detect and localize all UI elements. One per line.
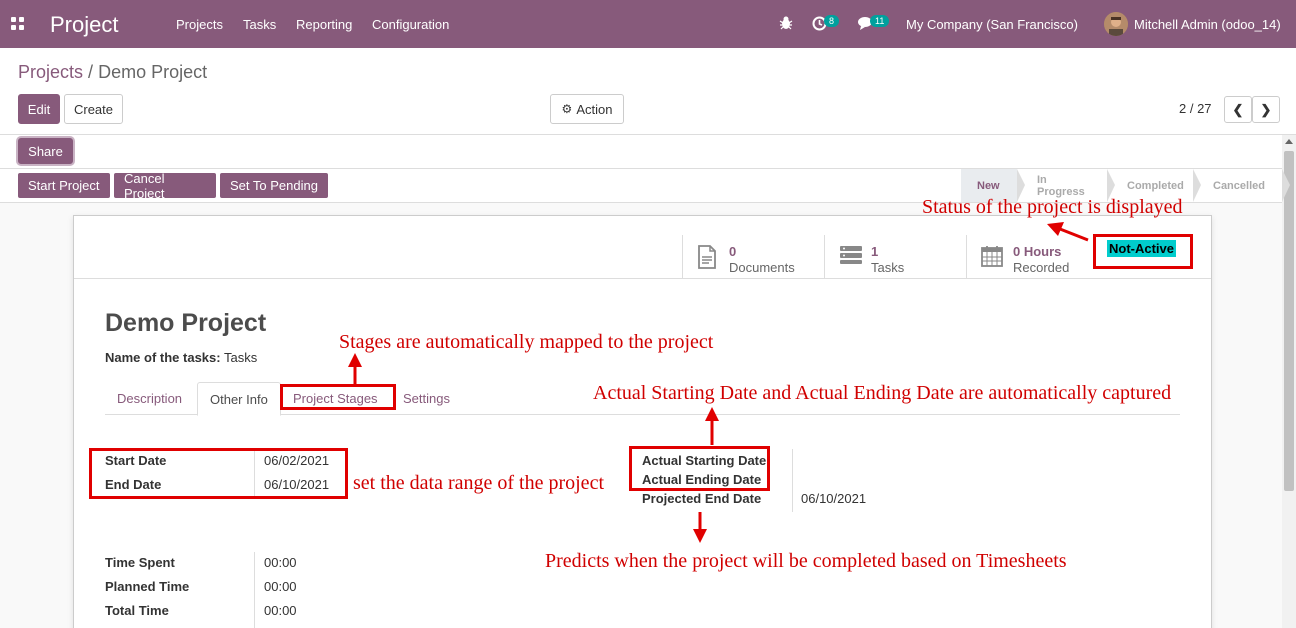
time-spent-value: 00:00 [264, 555, 297, 570]
user-menu[interactable]: Mitchell Admin (odoo_14) [1134, 17, 1281, 32]
name-of-tasks-label: Name of the tasks: [105, 350, 221, 365]
project-title: Demo Project [105, 309, 267, 337]
tab-settings[interactable]: Settings [391, 382, 462, 415]
actual-column-divider [792, 449, 793, 512]
action-button[interactable]: ⚙ Action [550, 94, 624, 124]
name-of-tasks-field: Name of the tasks: Tasks [105, 350, 257, 365]
hours-count: 0 Hours [1013, 244, 1062, 259]
breadcrumb: Projects / Demo Project [18, 62, 207, 83]
create-button[interactable]: Create [64, 94, 123, 124]
menu-reporting[interactable]: Reporting [296, 17, 352, 32]
documents-label: Documents [729, 260, 795, 275]
edit-button[interactable]: Edit [18, 94, 60, 124]
bug-icon[interactable] [779, 15, 793, 34]
menu-tasks[interactable]: Tasks [243, 17, 276, 32]
button-box-divider [74, 278, 1211, 279]
projected-end-date-label: Projected End Date [642, 491, 762, 506]
hours-label: Recorded [1013, 260, 1070, 275]
breadcrumb-projects[interactable]: Projects [18, 62, 83, 82]
date-range-highlight-box [89, 448, 348, 499]
planned-time-value: 00:00 [264, 579, 297, 594]
menu-projects[interactable]: Projects [176, 17, 223, 32]
scrollbar-thumb[interactable] [1284, 151, 1294, 491]
tasks-smart-button[interactable]: 1 Tasks [824, 235, 966, 279]
start-project-button[interactable]: Start Project [18, 173, 110, 198]
pager-next-button[interactable]: ❯ [1252, 96, 1280, 123]
cancel-project-button[interactable]: Cancel Project [114, 171, 216, 201]
user-avatar[interactable] [1104, 12, 1128, 36]
documents-smart-button[interactable]: 0 Documents [682, 235, 824, 279]
predicts-annotation: Predicts when the project will be comple… [545, 550, 1067, 572]
scroll-up-icon[interactable] [1285, 139, 1293, 144]
apps-menu-icon[interactable] [11, 17, 25, 31]
stage-cancelled[interactable]: Cancelled [1193, 169, 1290, 202]
planned-time-label: Planned Time [105, 579, 190, 594]
tab-description[interactable]: Description [105, 382, 194, 415]
document-icon [697, 245, 717, 272]
menu-configuration[interactable]: Configuration [372, 17, 449, 32]
hours-smart-button[interactable]: 0 Hours Recorded [966, 235, 1096, 279]
breadcrumb-separator: / [88, 62, 94, 82]
action-label: Action [576, 101, 613, 117]
share-button[interactable]: Share [18, 138, 73, 164]
time-spent-label: Time Spent [105, 555, 175, 570]
pager-previous-button[interactable]: ❮ [1224, 96, 1252, 123]
tasks-icon [839, 245, 863, 268]
tasks-count: 1 [871, 244, 879, 259]
messages-count-badge: 11 [870, 15, 890, 27]
status-annotation: Status of the project is displayed [922, 196, 1183, 218]
share-bar: Share [0, 135, 1282, 169]
stages-annotation: Stages are automatically mapped to the p… [339, 331, 714, 353]
tasks-label: Tasks [871, 260, 905, 275]
projected-end-date-value: 06/10/2021 [801, 491, 867, 506]
calendar-icon [981, 245, 1003, 270]
status-highlight-box [1093, 234, 1193, 269]
name-of-tasks-value: Tasks [223, 350, 258, 365]
date-range-annotation: set the data range of the project [353, 472, 604, 494]
total-time-label: Total Time [105, 603, 169, 618]
time-column-divider [254, 552, 255, 628]
tab-other-info[interactable]: Other Info [197, 382, 281, 416]
actual-dates-annotation: Actual Starting Date and Actual Ending D… [593, 382, 1172, 404]
breadcrumb-current: Demo Project [98, 62, 208, 82]
pager-value[interactable]: 2 / 27 [1179, 101, 1212, 116]
documents-count: 0 [729, 244, 737, 259]
set-to-pending-button[interactable]: Set To Pending [220, 173, 328, 198]
vertical-scrollbar[interactable] [1282, 135, 1296, 628]
app-title[interactable]: Project [50, 12, 118, 38]
activity-count-badge: 8 [824, 15, 840, 27]
actual-dates-highlight-box [629, 446, 770, 491]
gear-icon: ⚙ [561, 102, 573, 116]
total-time-value: 00:00 [264, 603, 297, 618]
top-navbar: Project Projects Tasks Reporting Configu… [0, 0, 1296, 48]
control-panel: Projects / Demo Project Edit Create ⚙ Ac… [0, 48, 1296, 135]
company-switcher[interactable]: My Company (San Francisco) [906, 17, 1078, 32]
project-stages-highlight-box [280, 384, 396, 410]
chevron-left-icon: ❮ [1232, 101, 1244, 117]
chevron-right-icon: ❯ [1260, 101, 1272, 117]
